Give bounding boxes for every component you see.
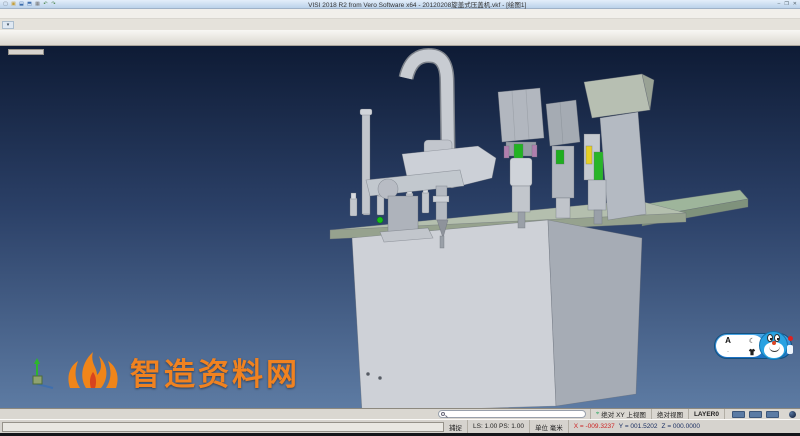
background-color-swatch[interactable]	[766, 411, 779, 418]
capping-tower	[584, 74, 654, 224]
window-controls: ‒ ❐ ✕	[778, 1, 800, 7]
search-input[interactable]	[438, 410, 586, 418]
ime-skin-shirt-icon[interactable]	[748, 348, 756, 356]
view-name-indicator[interactable]: 绝对视图	[651, 409, 688, 419]
left-mast	[360, 109, 372, 214]
ime-toolbar[interactable]: A ☾ ·	[714, 330, 796, 364]
watermark: 智造资料网	[30, 348, 300, 390]
status-bar-lower: 捕捉 LS: 1.00 PS: 1.00 单位 毫米 X = -009.3237…	[0, 419, 800, 433]
watermark-logo-icon	[62, 348, 124, 390]
new-file-icon[interactable]: ▢	[2, 1, 9, 8]
scale-indicator: LS: 1.00 PS: 1.00	[467, 420, 529, 433]
axis-triad-icon	[30, 354, 56, 390]
indicator-dot	[377, 217, 383, 223]
face-color-swatch[interactable]	[749, 411, 762, 418]
doraemon-icon	[759, 331, 788, 360]
filling-unit-a	[498, 88, 544, 228]
window-title: VISI 2018 R2 from Vero Software x64 - 20…	[57, 0, 778, 9]
ribbon-tab-bar: ▾	[0, 19, 800, 30]
base-cabinet	[352, 220, 642, 408]
line-color-swatch[interactable]	[732, 411, 745, 418]
ime-language-toggle[interactable]: A	[725, 336, 731, 345]
restore-button[interactable]: ❐	[784, 1, 788, 7]
render-sphere-button[interactable]	[789, 411, 796, 418]
ime-notification-dot	[788, 336, 793, 341]
coordinate-y: Y = 001.5202	[619, 423, 658, 430]
open-file-icon[interactable]: ▣	[10, 1, 17, 8]
ime-punctuation-icon[interactable]: ·	[727, 349, 729, 355]
tab-dropdown-button[interactable]: ▾	[2, 21, 14, 29]
title-bar: ▢▣⬓⬒▦↶↷ VISI 2018 R2 from Vero Software …	[0, 0, 800, 9]
print-icon[interactable]: ▦	[34, 1, 41, 8]
units-indicator[interactable]: 单位 毫米	[529, 420, 568, 433]
close-button[interactable]: ✕	[793, 1, 797, 7]
ribbon-toolbar	[0, 30, 800, 46]
undo-icon[interactable]: ↶	[42, 1, 49, 8]
view-mode-indicator[interactable]: ⌖ 绝对 XY 上视图	[590, 409, 651, 419]
redo-icon[interactable]: ↷	[50, 1, 57, 8]
axis-mini-icon: ⌖	[596, 411, 599, 418]
left-floating-toolbar	[8, 49, 44, 55]
ime-halfwidth-icon[interactable]: ☾	[749, 337, 755, 345]
color-swatches	[724, 409, 784, 419]
ime-status-pill: A ☾ ·	[716, 335, 764, 357]
ime-expand-tag[interactable]	[787, 345, 793, 354]
snap-label: 捕捉	[444, 422, 467, 432]
model-viewport[interactable]: 智造资料网 A ☾ ·	[0, 46, 800, 408]
coordinate-x: X = -009.3237	[574, 423, 615, 430]
active-layer-indicator[interactable]: LAYER0	[688, 409, 724, 419]
save-icon[interactable]: ⬓	[18, 1, 25, 8]
command-prompt-field[interactable]	[2, 422, 444, 432]
menu-bar	[0, 9, 800, 19]
quick-access-toolbar: ▢▣⬓⬒▦↶↷	[0, 1, 57, 8]
search-icon	[441, 412, 445, 416]
minimize-button[interactable]: ‒	[778, 1, 781, 7]
save-all-icon[interactable]: ⬒	[26, 1, 33, 8]
feed-pipe	[406, 55, 448, 152]
status-bar-upper: ⌖ 绝对 XY 上视图 绝对视图 LAYER0	[0, 408, 800, 419]
watermark-text: 智造资料网	[130, 359, 300, 390]
filling-unit-b	[546, 100, 580, 218]
coordinate-readout: X = -009.3237 Y = 001.5202 Z = 000.0000	[568, 420, 705, 433]
coordinate-z: Z = 000.0000	[662, 423, 701, 430]
